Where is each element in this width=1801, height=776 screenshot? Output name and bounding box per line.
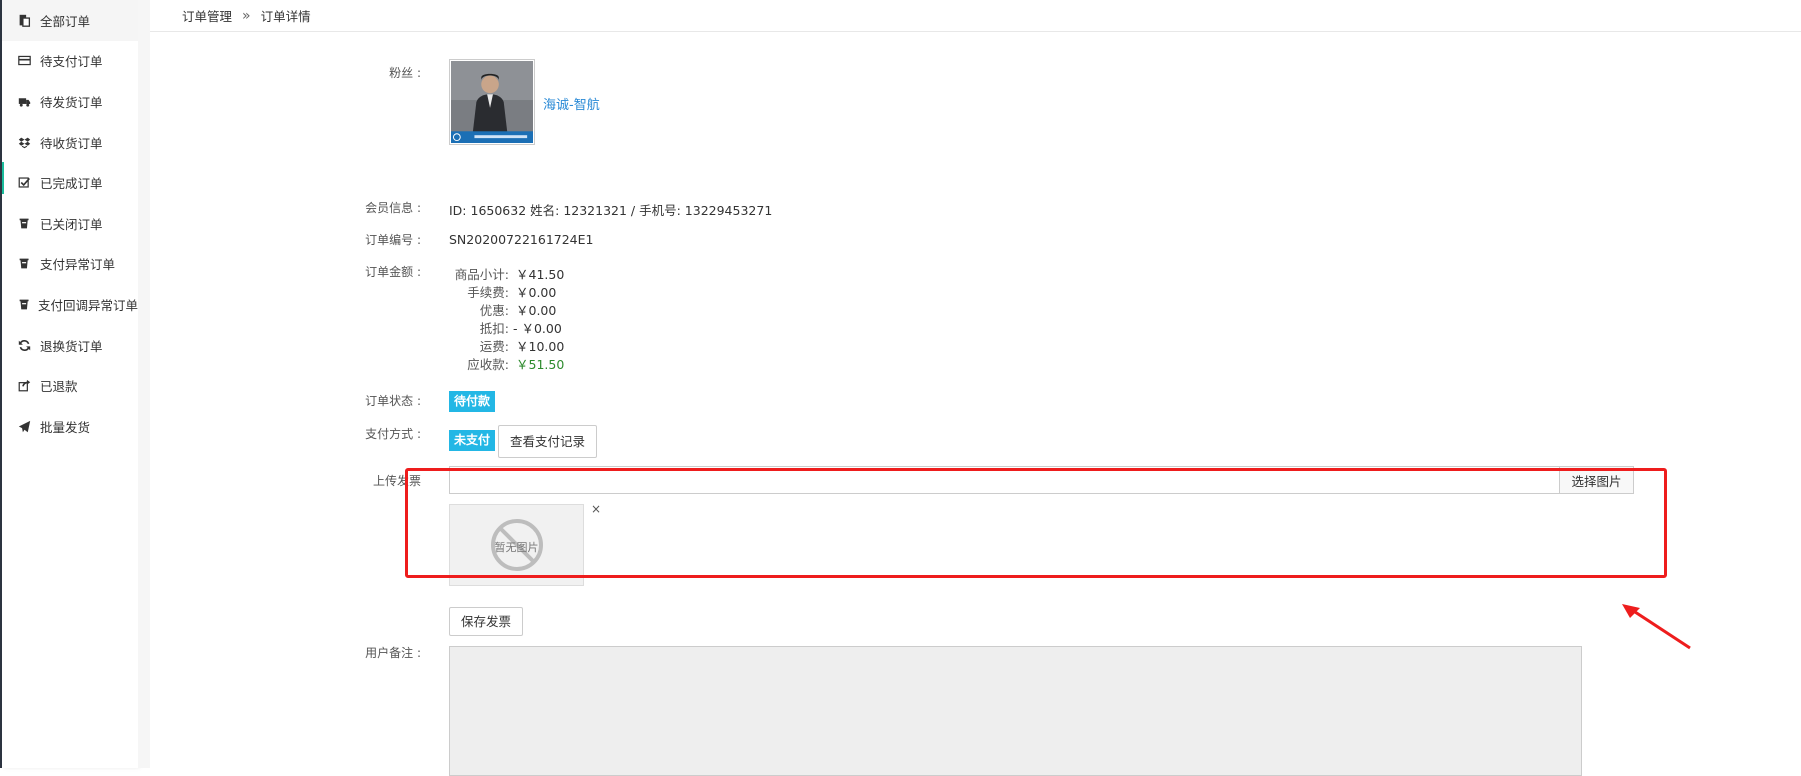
sidebar-item-label: 批量发货	[40, 419, 91, 435]
annotation-arrow-icon	[1622, 604, 1691, 650]
amount-value: ￥0.00	[516, 285, 557, 300]
sidebar-item-label: 已完成订单	[40, 176, 103, 192]
refresh-icon	[18, 339, 40, 352]
paper-plane-icon	[18, 420, 40, 433]
fan-avatar[interactable]	[449, 59, 535, 145]
dropbox-icon	[18, 136, 40, 149]
amount-key: 手续费:	[467, 285, 509, 300]
amount-key: 应收款:	[467, 357, 509, 372]
coffee-cup-icon	[18, 298, 38, 311]
sidebar-item-label: 支付异常订单	[40, 257, 116, 273]
amount-value: ￥10.00	[516, 339, 565, 354]
fan-name-link[interactable]: 海诚-智航	[543, 94, 600, 113]
order-no: SN20200722161724E1	[449, 232, 594, 247]
sidebar-item-refunded[interactable]: 已退款	[2, 365, 138, 406]
amount-row: 手续费: ￥0.00	[423, 282, 753, 300]
coffee-cup-icon	[18, 257, 40, 270]
order-list-icon	[18, 14, 40, 27]
fan-label: 粉丝 :	[389, 66, 421, 80]
payment-label: 支付方式 :	[365, 427, 421, 441]
check-square-icon	[18, 176, 40, 189]
view-payment-record-button[interactable]: 查看支付记录	[498, 425, 597, 458]
sidebar-item-batch-ship[interactable]: 批量发货	[2, 406, 138, 447]
sidebar-item-returns[interactable]: 退换货订单	[2, 325, 138, 366]
sidebar-item-label: 全部订单	[40, 13, 91, 29]
amount-row: 运费: ￥10.00	[423, 336, 753, 354]
amount-row: 抵扣: - ￥0.00	[423, 318, 753, 336]
sidebar-item-label: 待发货订单	[40, 94, 103, 110]
amount-value: - ￥0.00	[513, 321, 562, 336]
sidebar-item-label: 支付回调异常订单	[37, 297, 138, 313]
user-remark-textarea[interactable]	[449, 646, 1582, 776]
sidebar-item-payment-exception[interactable]: 支付异常订单	[2, 244, 138, 285]
sidebar-item-callback-exception[interactable]: 支付回调异常订单	[2, 284, 138, 325]
amount-key: 抵扣:	[479, 321, 509, 336]
order-no-label: 订单编号 :	[365, 233, 421, 247]
avatar-image	[451, 61, 533, 143]
sidebar-item-label: 退换货订单	[40, 338, 103, 354]
amount-value: ￥0.00	[516, 303, 557, 318]
breadcrumb-root[interactable]: 订单管理	[182, 6, 232, 25]
amount-key: 商品小计:	[454, 267, 509, 282]
sidebar-item-pending-shipment[interactable]: 待发货订单	[2, 81, 138, 122]
sidebar-item-label: 待收货订单	[40, 135, 103, 151]
sidebar-item-pending-payment[interactable]: 待支付订单	[2, 41, 138, 82]
breadcrumb: 订单管理 » 订单详情	[150, 0, 1801, 32]
sidebar-item-label: 待支付订单	[40, 54, 103, 70]
payment-badge: 未支付	[449, 430, 496, 451]
invoice-label: 上传发票	[372, 474, 421, 488]
amount-row: 优惠: ￥0.00	[423, 300, 753, 318]
member-info: ID: 1650632 姓名: 12321321 / 手机号: 13229453…	[449, 203, 773, 218]
amount-label: 订单金额 :	[365, 265, 421, 279]
main-content: 订单管理 » 订单详情 粉丝 : 海诚-智航 会员信息 : ID: 165063…	[150, 0, 1801, 776]
highlight-annotation-box	[405, 468, 1667, 578]
sidebar-item-completed[interactable]: 已完成订单	[2, 162, 138, 203]
sidebar-item-closed[interactable]: 已关闭订单	[2, 203, 138, 244]
breadcrumb-separator: »	[242, 7, 251, 24]
sidebar-item-label: 已关闭订单	[40, 216, 103, 232]
share-icon	[18, 379, 40, 392]
amount-value: ￥41.50	[516, 267, 565, 282]
sidebar: 全部订单 待支付订单 待发货订单 待收货订单 已完成订单 已关闭订单 支付异常订…	[2, 0, 138, 768]
receivable-value: ￥51.50	[516, 357, 565, 372]
coffee-cup-icon	[18, 217, 40, 230]
save-invoice-button[interactable]: 保存发票	[449, 607, 523, 636]
truck-icon	[18, 95, 40, 108]
member-label: 会员信息 :	[365, 201, 421, 215]
sidebar-item-all-orders[interactable]: 全部订单	[2, 0, 138, 41]
amount-row: 应收款: ￥51.50	[423, 354, 753, 372]
sidebar-item-pending-receipt[interactable]: 待收货订单	[2, 122, 138, 163]
breadcrumb-current: 订单详情	[260, 9, 311, 24]
amount-row: 商品小计: ￥41.50	[423, 264, 753, 282]
credit-card-icon	[18, 54, 40, 67]
status-label: 订单状态 :	[365, 394, 421, 408]
sidebar-item-label: 已退款	[40, 379, 78, 395]
status-badge: 待付款	[449, 391, 496, 412]
amount-key: 优惠:	[479, 303, 509, 318]
remark-label: 用户备注 :	[365, 646, 421, 660]
amount-key: 运费:	[479, 339, 509, 354]
